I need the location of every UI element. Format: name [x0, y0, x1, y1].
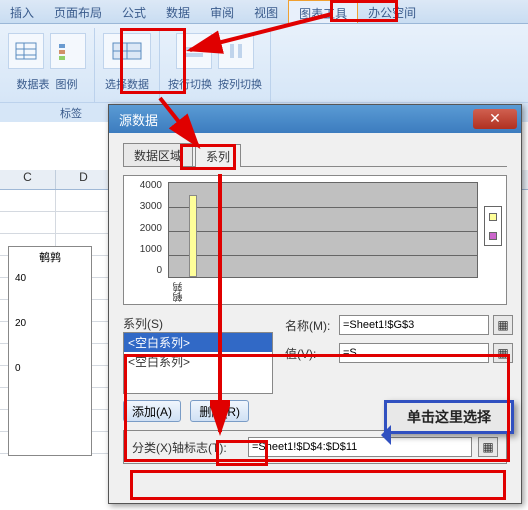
legend-icon[interactable]	[50, 33, 86, 69]
instruction-callout: 单击这里选择	[384, 400, 514, 434]
value-field-label: 值(V):	[285, 345, 335, 362]
value-field-input[interactable]	[339, 343, 489, 363]
name-range-picker[interactable]: ▦	[493, 315, 513, 335]
label-legend: 图例	[56, 76, 78, 92]
dialog-close-button[interactable]: ✕	[473, 109, 517, 129]
tab-insert[interactable]: 插入	[0, 0, 44, 23]
source-data-dialog: 源数据 ✕ 数据区域 系列 4000 3000 2000 1000 0	[108, 104, 522, 504]
tab-review[interactable]: 审阅	[200, 0, 244, 23]
series-listbox[interactable]: <空白系列> <空白系列>	[123, 332, 273, 394]
label-switch-col: 按列切换	[218, 76, 262, 92]
select-data-icon[interactable]	[103, 33, 151, 69]
y-val-0: 0	[15, 363, 85, 374]
axis-label: 分类(X)轴标志(T):	[132, 439, 242, 456]
dialog-tabs: 数据区域 系列	[123, 143, 507, 167]
data-table-icon[interactable]	[8, 33, 44, 69]
ribbon-content: 数据表图例 选择数据 按行切换按列切换	[0, 24, 528, 102]
embedded-chart-title: 鹌鹑	[9, 247, 91, 267]
bar-series-1	[189, 195, 197, 277]
delete-series-button[interactable]: 删除(R)	[190, 400, 249, 422]
add-series-button[interactable]: 添加(A)	[123, 400, 181, 422]
axis-range-picker[interactable]: ▦	[478, 437, 498, 457]
tab-data[interactable]: 数据	[156, 0, 200, 23]
legend-swatch-2	[489, 232, 497, 240]
range-picker-icon: ▦	[482, 440, 493, 454]
value-range-picker[interactable]: ▦	[493, 343, 513, 363]
dialog-titlebar[interactable]: 源数据 ✕	[109, 105, 521, 133]
label-select-data: 选择数据	[105, 76, 149, 92]
switch-row-icon[interactable]	[176, 33, 212, 69]
range-picker-icon: ▦	[497, 318, 508, 332]
col-d[interactable]: D	[56, 170, 112, 189]
ribbon-group-select: 选择数据	[95, 28, 160, 102]
dialog-title-text: 源数据	[119, 110, 158, 129]
name-field-input[interactable]	[339, 315, 489, 335]
category-axis-row: 分类(X)轴标志(T): ▦	[123, 430, 507, 464]
tab-data-range[interactable]: 数据区域	[123, 143, 193, 166]
y-val-40: 40	[15, 273, 85, 284]
col-c[interactable]: C	[0, 170, 56, 189]
series-item-1[interactable]: <空白系列>	[124, 352, 272, 371]
axis-input[interactable]	[248, 437, 472, 457]
name-field-label: 名称(M):	[285, 317, 335, 334]
switch-col-icon[interactable]	[218, 33, 254, 69]
legend-swatch-1	[489, 213, 497, 221]
tab-page-layout[interactable]: 页面布局	[44, 0, 112, 23]
tab-office-space[interactable]: 办公空间	[358, 0, 426, 23]
tab-chart-tools[interactable]: 图表工具	[288, 0, 358, 23]
y-val-20: 20	[15, 318, 85, 329]
y-axis-ticks: 4000 3000 2000 1000 0	[128, 180, 162, 276]
series-label: 系列(S)	[123, 315, 273, 332]
ribbon-group-data: 数据表图例	[0, 28, 95, 102]
embedded-chart[interactable]: 鹌鹑 40 20 0	[8, 246, 92, 456]
tab-series[interactable]: 系列	[195, 144, 241, 167]
label-switch-row: 按行切换	[168, 76, 212, 92]
series-item-0[interactable]: <空白系列>	[124, 333, 272, 352]
tab-formula[interactable]: 公式	[112, 0, 156, 23]
x-category-label: 鹌鹑	[172, 282, 187, 302]
lower-label: 标签	[60, 105, 82, 121]
ribbon-group-switch: 按行切换按列切换	[160, 28, 271, 102]
chart-preview: 4000 3000 2000 1000 0 鹌鹑	[123, 175, 507, 305]
range-picker-icon: ▦	[497, 346, 508, 360]
label-data-table: 数据表	[17, 76, 50, 92]
ribbon-tabs: 插入 页面布局 公式 数据 审阅 视图 图表工具 办公空间	[0, 0, 528, 24]
plot-area	[168, 182, 478, 278]
tab-view[interactable]: 视图	[244, 0, 288, 23]
chart-legend	[484, 206, 502, 246]
